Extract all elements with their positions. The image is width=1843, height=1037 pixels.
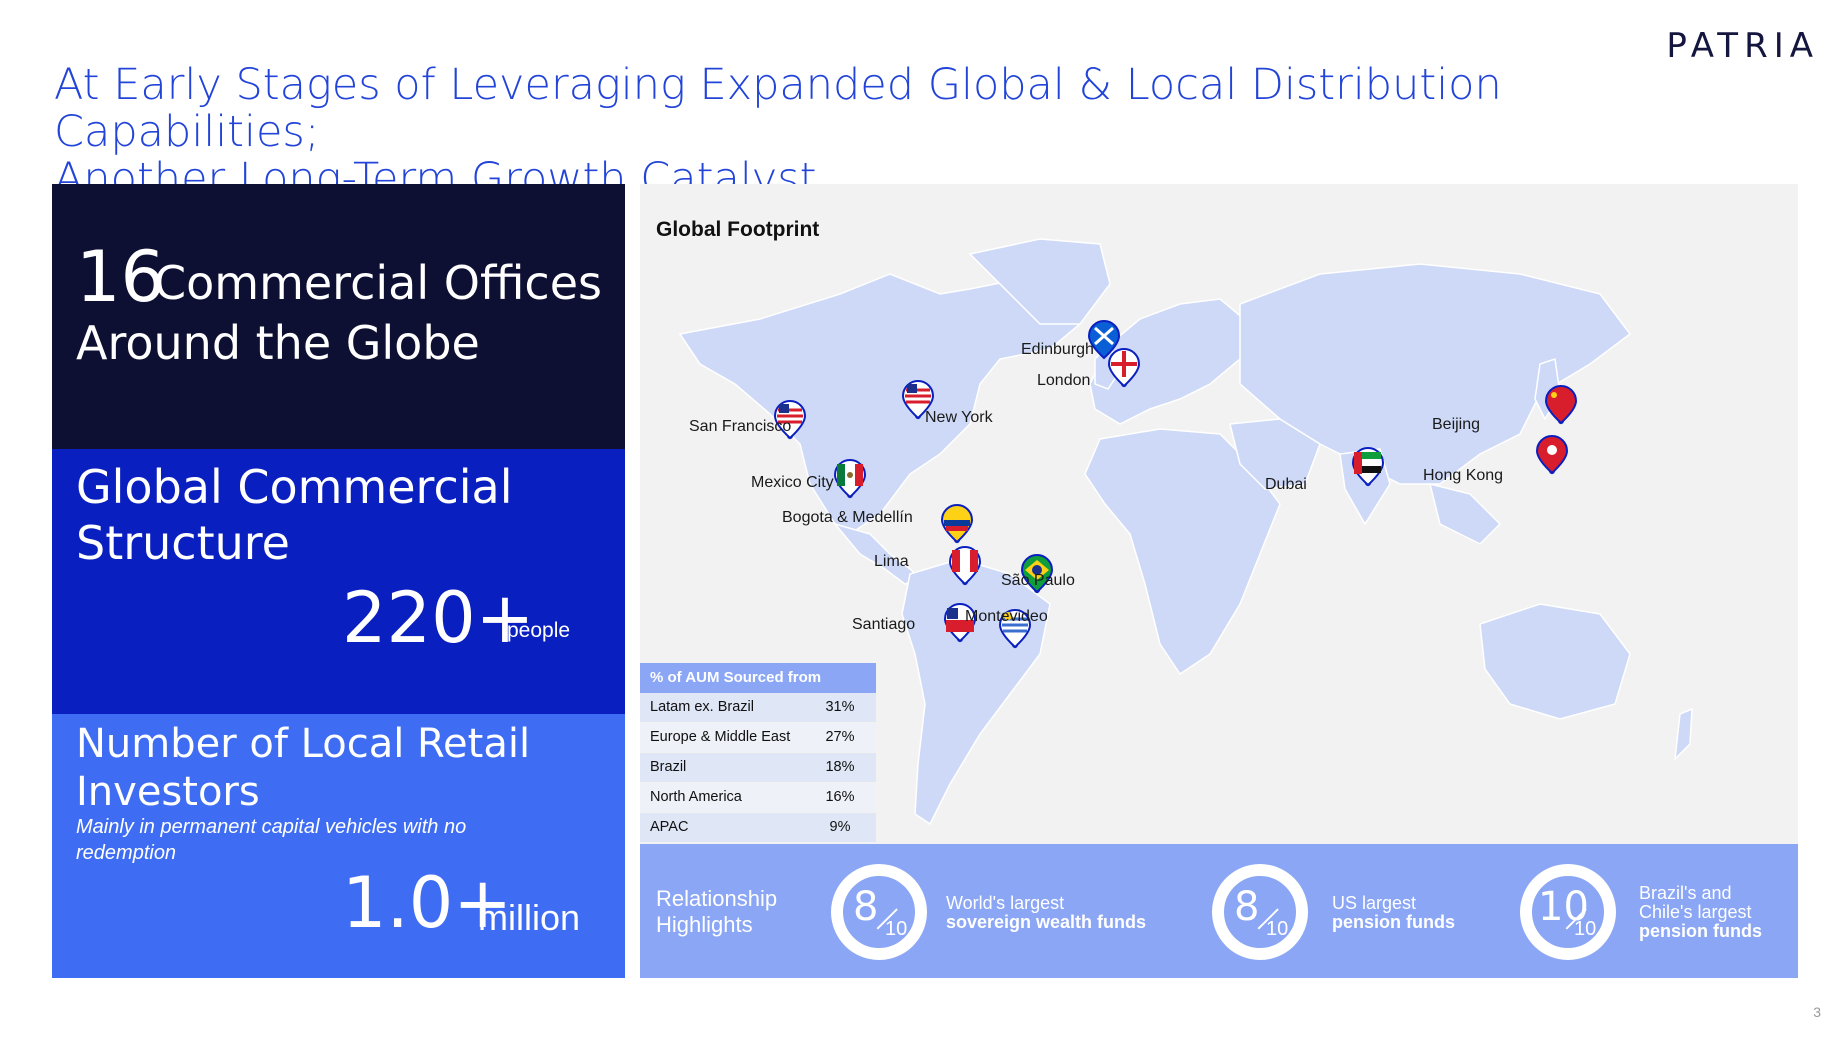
investors-unit: million (478, 897, 581, 938)
highlight-text-us-pension: US largest pension funds (1332, 894, 1455, 932)
hong-kong-marker[interactable] (1535, 435, 1569, 475)
highlight-line2: Chile's largest (1639, 902, 1752, 922)
aum-percent: 31% (825, 699, 855, 715)
highlights-label-line1: Relationship (656, 886, 778, 911)
commercial-structure-panel: Global Commercial Structure 220+ people (52, 449, 625, 714)
bogota-medellin-marker[interactable] (940, 504, 974, 544)
city-label-hong-kong: Hong Kong (1423, 467, 1504, 484)
offices-label-line2: Around the Globe (76, 316, 480, 370)
aum-table-row: North America 16% (640, 783, 876, 813)
investors-subtext: Mainly in permanent capital vehicles wit… (76, 816, 467, 864)
city-label-new-york: New York (925, 409, 993, 426)
aum-table-row: Latam ex. Brazil 31% (640, 693, 876, 723)
aum-percent: 18% (825, 759, 855, 775)
highlight-line1: US largest (1332, 893, 1417, 913)
highlight-denominator: 10 (1266, 918, 1289, 940)
aum-region: Latam ex. Brazil (650, 699, 754, 715)
structure-heading: Global Commercial Structure (76, 460, 513, 570)
page-number: 3 (1813, 1004, 1821, 1020)
structure-people-count: 220+ (342, 577, 535, 659)
highlight-line2: pension funds (1332, 912, 1455, 932)
highlight-ring-us-pension: 8 10 (1212, 864, 1308, 960)
highlight-value: 8 (1234, 884, 1260, 930)
new-zealand-landmass (1674, 707, 1693, 762)
offices-count: 16 (76, 236, 166, 318)
aum-table-row: Europe & Middle East 27% (640, 723, 876, 753)
aum-percent: 16% (825, 789, 855, 805)
city-label-san-francisco: San Francisco (689, 418, 792, 435)
highlight-denominator: 10 (885, 918, 908, 940)
aum-percent: 27% (825, 729, 855, 745)
offices-label-line1: Commercial Offices (154, 256, 602, 310)
page-title: At Early Stages of Leveraging Expanded G… (54, 62, 1754, 203)
relationship-highlights-bar: Relationship Highlights 8 10 World's lar… (640, 844, 1798, 978)
aum-region: Brazil (650, 759, 687, 775)
city-label-dubai: Dubai (1265, 476, 1307, 493)
global-footprint-label: Global Footprint (656, 218, 820, 241)
structure-unit: people (507, 619, 571, 642)
highlight-ring-brazil-chile: 10 10 (1520, 864, 1616, 960)
south-america-landmass (901, 558, 1051, 826)
investors-heading: Number of Local Retail Investors (76, 721, 531, 815)
city-label-montevideo: Montevideo (965, 608, 1048, 625)
city-label-edinburgh: Edinburgh (1021, 341, 1094, 358)
aum-table-header: % of AUM Sourced from (640, 663, 876, 693)
china-flag-icon (1544, 385, 1578, 425)
aum-table-row: APAC 9% (640, 813, 876, 843)
highlight-line1: World's largest (946, 893, 1065, 913)
north-america-landmass (678, 273, 1081, 535)
city-label-beijing: Beijing (1432, 416, 1481, 433)
aum-region: North America (650, 789, 742, 805)
aum-region: APAC (650, 819, 689, 835)
highlight-line3: pension funds (1639, 921, 1762, 941)
beijing-marker[interactable] (1544, 385, 1578, 425)
city-label-bogota-medellin: Bogota & Medellín (782, 509, 913, 526)
patria-logo: PATRIA (1666, 26, 1819, 66)
highlight-text-brazil-chile: Brazil's and Chile's largest pension fun… (1639, 884, 1762, 941)
city-label-santiago: Santiago (852, 616, 916, 633)
city-label-sao-paulo: São Paulo (1001, 572, 1075, 589)
australia-landmass (1479, 603, 1631, 720)
offices-panel: 16 Commercial Offices Around the Globe (52, 184, 625, 449)
global-footprint-panel: Global Footprint Edinburgh London San Fr… (640, 184, 1798, 978)
highlight-line1: Brazil's and (1639, 883, 1732, 903)
retail-investors-panel: Number of Local Retail Investors Mainly … (52, 714, 625, 978)
aum-sourced-table: % of AUM Sourced from Latam ex. Brazil 3… (640, 663, 876, 843)
highlight-text-sovereign: World's largest sovereign wealth funds (946, 894, 1146, 932)
aum-region: Europe & Middle East (650, 729, 791, 745)
highlight-line2: sovereign wealth funds (946, 912, 1147, 932)
aum-table-row: Brazil 18% (640, 753, 876, 783)
southeast-asia-landmass (1428, 482, 1502, 545)
highlight-denominator: 10 (1574, 918, 1597, 940)
aum-percent: 9% (829, 819, 851, 835)
relationship-highlights-label: Relationship Highlights (656, 886, 777, 938)
highlights-label-line2: Highlights (656, 912, 753, 937)
city-label-lima: Lima (874, 553, 909, 570)
stats-column: 16 Commercial Offices Around the Globe G… (52, 184, 625, 978)
city-label-london: London (1037, 372, 1091, 389)
highlight-value: 8 (853, 884, 879, 930)
title-line-1: At Early Stages of Leveraging Expanded G… (54, 60, 1502, 157)
highlight-ring-sovereign: 8 10 (831, 864, 927, 960)
city-label-mexico-city: Mexico City (751, 474, 834, 491)
